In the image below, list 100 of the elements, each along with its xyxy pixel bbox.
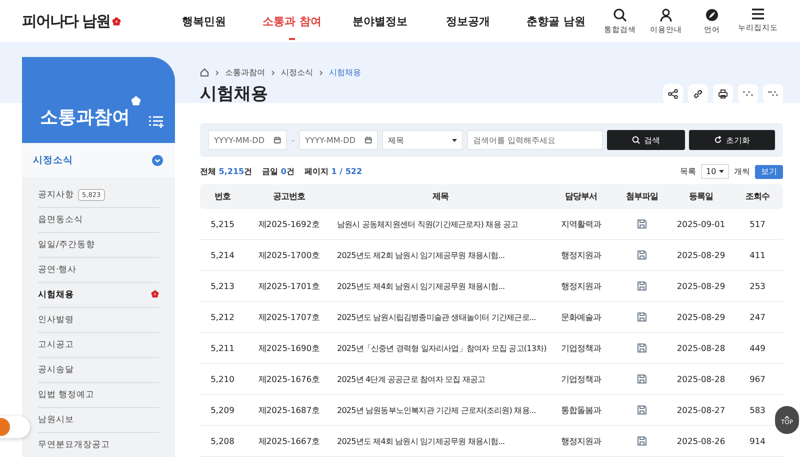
table-cell: 행정지원과: [548, 240, 614, 270]
page-size-dropdown[interactable]: 10: [701, 164, 729, 179]
sidebar-item[interactable]: 남원시보: [38, 408, 159, 433]
caret-icon: [452, 138, 457, 142]
table-cell: 제2025-1690호: [245, 332, 333, 364]
print-button[interactable]: [713, 84, 733, 104]
sidebar-item[interactable]: 공연·행사: [38, 258, 159, 283]
calendar-icon: [274, 136, 281, 144]
search-icon: [613, 8, 627, 22]
post-title-link[interactable]: 2025년도 제4회 남원시 임기제공무원 채용시험...: [333, 270, 548, 302]
post-title-link[interactable]: 2025년도 제4회 남원시 임기제공무원 채용시험...: [333, 426, 548, 456]
table-cell: 247: [732, 302, 783, 332]
dots-icon: [743, 90, 753, 96]
flower-icon: [151, 290, 159, 298]
save-file-icon[interactable]: [637, 343, 647, 354]
table-cell: 5,215: [200, 209, 245, 240]
sidebar-item[interactable]: 고시공고: [38, 333, 159, 358]
post-title-link[interactable]: 2025년도 남원시립김병종미술관 생태놀이터 기간제근로...: [333, 302, 548, 332]
sidebar-item[interactable]: 무연분묘개장공고: [38, 433, 159, 457]
column-header: 등록일: [670, 184, 732, 209]
post-title-link[interactable]: 2025년 4단계 공공근로 참여자 모집 재공고: [333, 364, 548, 394]
table-cell: 2025-08-27: [670, 394, 732, 426]
sidebar-item[interactable]: 입법 행정예고: [38, 383, 159, 408]
breadcrumb-link[interactable]: 소통과참여: [225, 67, 265, 78]
table-cell: 문화예술과: [548, 302, 614, 332]
save-file-icon[interactable]: [637, 436, 647, 446]
table-cell: 기업정책과: [548, 364, 614, 394]
sidebar-item[interactable]: 인사발령: [38, 308, 159, 333]
view-button[interactable]: 보기: [755, 164, 783, 178]
table-cell: 5,208: [200, 426, 245, 456]
chevron-icon: [319, 70, 323, 76]
start-date-field[interactable]: YYYY-MM-DD: [208, 130, 287, 150]
nav-menu-item[interactable]: 정보공개: [424, 2, 512, 40]
date-input[interactable]: YYYY-MM-DD: [214, 136, 270, 144]
chevron-icon: [215, 70, 219, 76]
post-title-link[interactable]: 2025년「신중년 경력형 일자리사업」참여자 모집 공고(13차): [333, 332, 548, 364]
save-file-icon[interactable]: [637, 281, 647, 292]
range-separator: –: [291, 136, 295, 144]
table-cell: 517: [732, 209, 783, 240]
table-cell: 2025-08-28: [670, 364, 732, 394]
column-header: 제목: [333, 184, 548, 209]
site-logo[interactable]: 피어나다 남원: [22, 12, 110, 30]
save-file-icon[interactable]: [637, 312, 647, 322]
sidebar-item[interactable]: 일일/주간동향: [38, 233, 159, 258]
end-date-field[interactable]: YYYY-MM-DD: [299, 130, 378, 150]
save-file-icon[interactable]: [637, 405, 647, 416]
table-cell: 449: [732, 332, 783, 364]
flower-icon: [112, 16, 122, 26]
summary-stat: 전체 5,215건: [200, 166, 252, 177]
reset-button[interactable]: 초기화: [689, 130, 775, 150]
table-cell: 통합돌봄과: [548, 394, 614, 426]
save-file-icon[interactable]: [637, 250, 647, 260]
save-file-icon[interactable]: [637, 219, 647, 230]
breadcrumb-link[interactable]: 시험채용: [329, 67, 361, 78]
menu-icon: [751, 8, 765, 20]
share-icon: [668, 88, 678, 98]
column-header: 담당부서: [548, 184, 614, 209]
search-icon: [632, 136, 640, 144]
post-title-link[interactable]: 남원시 공동체지원센터 직원(기간제근로자) 채용 공고: [333, 209, 548, 240]
table-cell: 제2025-1692호: [245, 209, 333, 240]
column-header: 첨부파일: [614, 184, 670, 209]
post-title-link[interactable]: 2025년도 제2회 남원시 임기제공무원 채용시험...: [333, 240, 548, 270]
share-button[interactable]: [663, 84, 683, 104]
home-icon[interactable]: [200, 68, 209, 77]
table-cell: 행정지원과: [548, 270, 614, 302]
calendar-icon: [365, 136, 372, 144]
post-title-link[interactable]: 2025년 남원동부노인복지관 기간제 근로자(조리원) 채용...: [333, 394, 548, 426]
search-input[interactable]: 검색어를 입력해주세요: [467, 130, 603, 150]
search-button[interactable]: 검색: [607, 130, 685, 150]
table-cell: 기업정책과: [548, 332, 614, 364]
nav-menu-item[interactable]: 행복민원: [160, 2, 248, 40]
user-icon: [659, 8, 673, 22]
table-cell: 5,212: [200, 302, 245, 332]
sidebar-item[interactable]: 시험채용: [38, 283, 159, 308]
floating-menu-button[interactable]: [0, 416, 30, 438]
column-header: 조회수: [732, 184, 783, 209]
nav-menu-item[interactable]: 춘향골 남원: [512, 2, 600, 40]
summary-stat: 금일 0건: [262, 166, 294, 177]
nav-menu-item[interactable]: 소통과 참여: [248, 2, 336, 40]
list-add-icon[interactable]: [149, 116, 165, 128]
table-cell: 411: [732, 240, 783, 270]
printer-icon: [718, 88, 728, 98]
caret-icon: [719, 170, 724, 173]
save-file-icon[interactable]: [637, 374, 647, 384]
sidebar-section[interactable]: 시정소식: [22, 143, 175, 177]
date-input[interactable]: YYYY-MM-DD: [305, 136, 362, 144]
table-cell: 253: [732, 270, 783, 302]
search-field-dropdown[interactable]: 제목: [382, 130, 463, 150]
breadcrumb-link[interactable]: 시정소식: [281, 67, 313, 78]
copy-link-button[interactable]: [688, 84, 708, 104]
sidebar-item[interactable]: 공시송달: [38, 358, 159, 383]
table-cell: 5,209: [200, 394, 245, 426]
nav-menu-item[interactable]: 분야별정보: [336, 2, 424, 40]
globe-icon: [705, 8, 719, 22]
table-cell: 제2025-1700호: [245, 240, 333, 270]
table-cell: 2025-08-29: [670, 302, 732, 332]
link-icon: [693, 88, 703, 98]
sidebar-item[interactable]: 읍면동소식: [38, 208, 159, 233]
table-cell: 5,211: [200, 332, 245, 364]
table-cell: 2025-08-26: [670, 426, 732, 456]
